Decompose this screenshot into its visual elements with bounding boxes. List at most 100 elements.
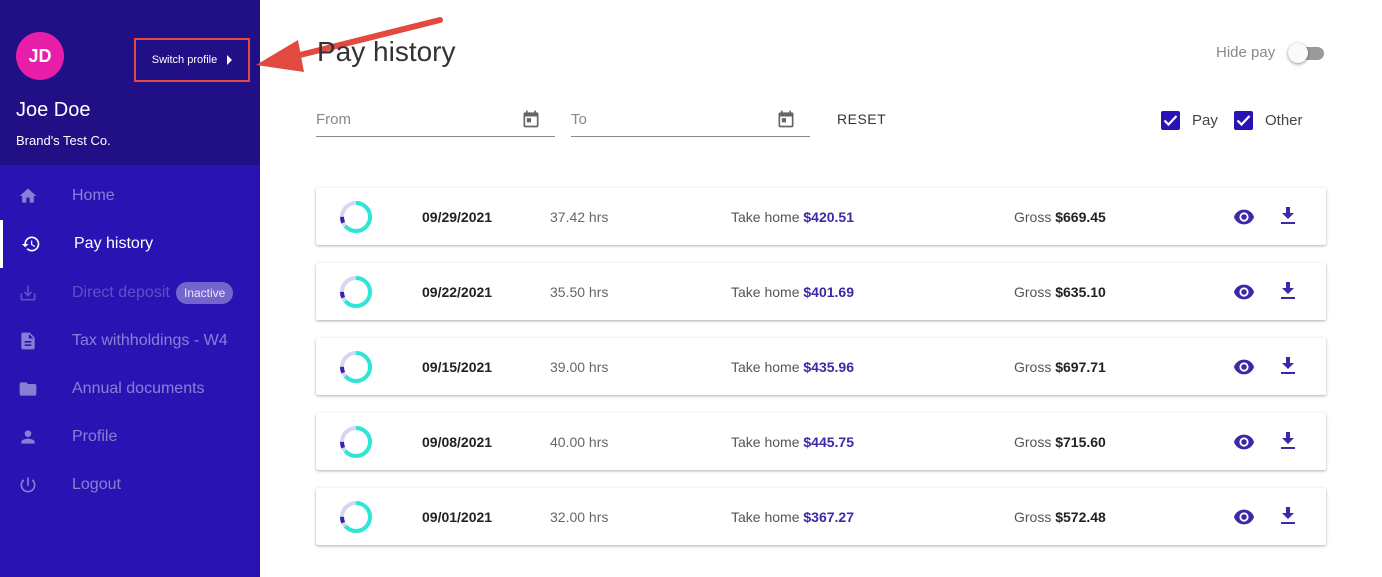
other-checkbox[interactable] (1234, 111, 1253, 130)
status-badge: Inactive (176, 282, 234, 304)
sidebar-item-label: Home (72, 187, 115, 204)
power-icon (20, 477, 36, 493)
pay-date: 09/15/2021 (422, 359, 493, 375)
download-icon[interactable] (1280, 282, 1296, 300)
gross-amount: $715.60 (1055, 434, 1106, 450)
caret-right-icon (227, 55, 233, 65)
sidebar-item-label: Direct deposit (72, 284, 170, 301)
sidebar-item-tax-withholdings[interactable]: Tax withholdings - W4 (0, 317, 260, 365)
pay-history-card[interactable]: 09/01/2021 32.00 hrs Take home $367.27 G… (316, 488, 1326, 545)
sidebar-item-annual-documents[interactable]: Annual documents (0, 365, 260, 413)
download-icon[interactable] (1280, 432, 1296, 450)
pay-breakdown-ring-icon (340, 351, 372, 383)
pay-hours: 40.00 hrs (550, 434, 609, 450)
pay-hours: 35.50 hrs (550, 284, 609, 300)
pay-history-card[interactable]: 09/08/2021 40.00 hrs Take home $445.75 G… (316, 413, 1326, 470)
eye-icon[interactable] (1233, 283, 1255, 301)
eye-icon[interactable] (1233, 508, 1255, 526)
user-name: Joe Doe (16, 99, 91, 121)
take-home-amount: $435.96 (803, 359, 854, 375)
gross: Gross $635.10 (1014, 284, 1106, 300)
take-home-label: Take home (731, 209, 800, 225)
pay-date: 09/29/2021 (422, 209, 493, 225)
eye-icon[interactable] (1233, 208, 1255, 226)
sidebar-item-direct-deposit[interactable]: Direct deposit Inactive (0, 269, 260, 317)
pay-history-card[interactable]: 09/15/2021 39.00 hrs Take home $435.96 G… (316, 338, 1326, 395)
toggle-knob (1288, 43, 1308, 63)
eye-icon[interactable] (1233, 433, 1255, 451)
download-icon[interactable] (1280, 357, 1296, 375)
pay-history-card[interactable]: 09/29/2021 37.42 hrs Take home $420.51 G… (316, 188, 1326, 245)
check-icon (1163, 115, 1178, 127)
gross-label: Gross (1014, 509, 1052, 525)
sidebar-item-label: Annual documents (72, 380, 205, 397)
take-home: Take home $435.96 (731, 359, 854, 375)
gross-label: Gross (1014, 434, 1052, 450)
pay-hours: 32.00 hrs (550, 509, 609, 525)
hide-pay-label: Hide pay (1216, 44, 1276, 61)
pay-hours: 37.42 hrs (550, 209, 609, 225)
sidebar-item-pay-history[interactable]: Pay history (0, 220, 260, 268)
page-title: Pay history (317, 36, 456, 67)
take-home-label: Take home (731, 359, 800, 375)
sidebar-item-profile[interactable]: Profile (0, 413, 260, 461)
pay-breakdown-ring-icon (340, 276, 372, 308)
to-date-field[interactable]: To (571, 100, 810, 137)
pay-date: 09/22/2021 (422, 284, 493, 300)
calendar-icon[interactable] (521, 109, 541, 129)
history-icon (21, 236, 40, 252)
home-icon (19, 188, 37, 203)
eye-icon[interactable] (1233, 358, 1255, 376)
take-home: Take home $367.27 (731, 509, 854, 525)
take-home-label: Take home (731, 509, 800, 525)
person-icon (21, 430, 35, 444)
pay-hours: 39.00 hrs (550, 359, 609, 375)
document-icon (21, 332, 35, 350)
pay-date: 09/01/2021 (422, 509, 493, 525)
take-home-label: Take home (731, 284, 800, 300)
take-home: Take home $445.75 (731, 434, 854, 450)
gross-amount: $635.10 (1055, 284, 1106, 300)
take-home-amount: $367.27 (803, 509, 854, 525)
pay-checkbox[interactable] (1161, 111, 1180, 130)
other-checkbox-label: Other (1265, 112, 1303, 129)
check-icon (1236, 115, 1251, 127)
profile-header: JD Switch profile Joe Doe Brand's Test C… (0, 0, 260, 165)
gross-amount: $697.71 (1055, 359, 1106, 375)
from-date-field[interactable]: From (316, 100, 555, 137)
gross: Gross $572.48 (1014, 509, 1106, 525)
gross-label: Gross (1014, 209, 1052, 225)
pay-history-card[interactable]: 09/22/2021 35.50 hrs Take home $401.69 G… (316, 263, 1326, 320)
gross: Gross $669.45 (1014, 209, 1106, 225)
sidebar: JD Switch profile Joe Doe Brand's Test C… (0, 0, 260, 577)
reset-button[interactable]: RESET (837, 111, 886, 127)
take-home: Take home $420.51 (731, 209, 854, 225)
download-icon[interactable] (1280, 507, 1296, 525)
calendar-icon[interactable] (776, 109, 796, 129)
take-home-amount: $401.69 (803, 284, 854, 300)
gross: Gross $697.71 (1014, 359, 1106, 375)
sidebar-item-label: Logout (72, 476, 121, 493)
take-home: Take home $401.69 (731, 284, 854, 300)
sidebar-item-logout[interactable]: Logout (0, 461, 260, 509)
gross-amount: $669.45 (1055, 209, 1106, 225)
switch-profile-label: Switch profile (151, 54, 218, 66)
pay-checkbox-label: Pay (1192, 112, 1218, 129)
switch-profile-button[interactable]: Switch profile (134, 38, 250, 82)
to-placeholder: To (571, 111, 587, 128)
pay-date: 09/08/2021 (422, 434, 493, 450)
avatar: JD (16, 32, 64, 80)
pay-breakdown-ring-icon (340, 426, 372, 458)
from-placeholder: From (316, 111, 351, 128)
sidebar-item-home[interactable]: Home (0, 172, 260, 220)
take-home-label: Take home (731, 434, 800, 450)
gross-amount: $572.48 (1055, 509, 1106, 525)
pay-breakdown-ring-icon (340, 501, 372, 533)
hide-pay-toggle[interactable] (1288, 43, 1326, 63)
gross-label: Gross (1014, 359, 1052, 375)
sidebar-item-label: Pay history (74, 235, 154, 252)
company-name: Brand's Test Co. (16, 133, 111, 148)
take-home-amount: $445.75 (803, 434, 854, 450)
download-icon[interactable] (1280, 207, 1296, 225)
gross: Gross $715.60 (1014, 434, 1106, 450)
